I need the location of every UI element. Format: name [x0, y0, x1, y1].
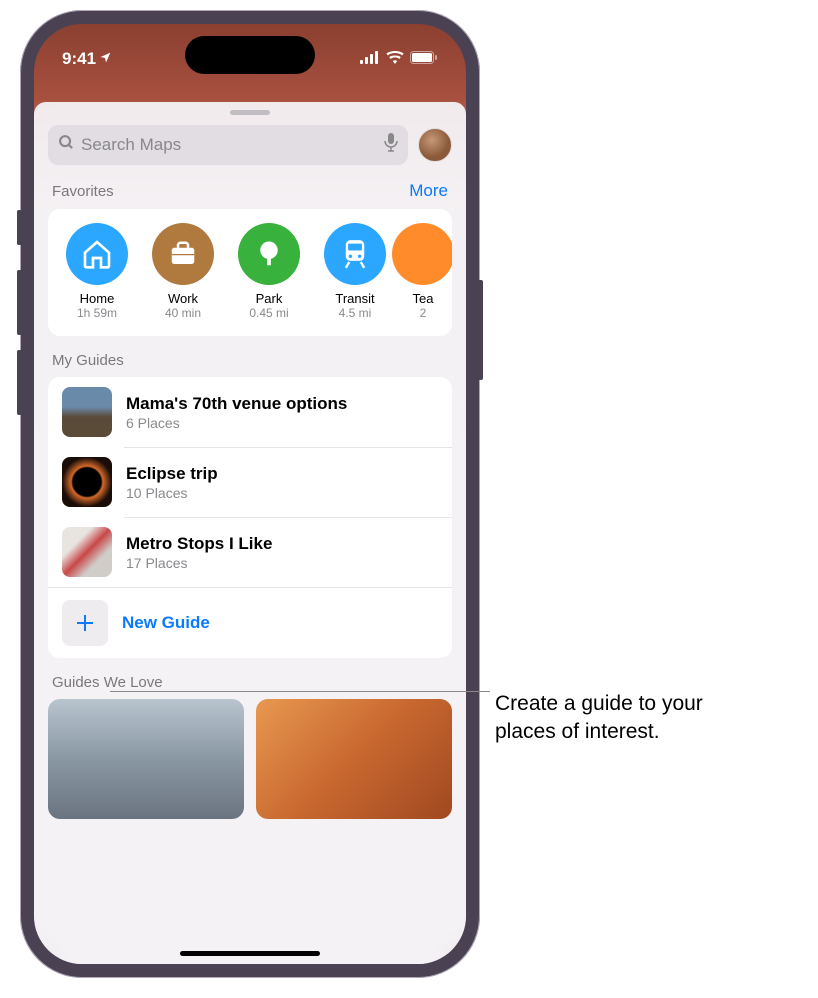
profile-avatar[interactable] [418, 128, 452, 162]
guide-card-city[interactable] [48, 699, 244, 819]
search-icon [58, 134, 75, 156]
favorite-partial[interactable]: Tea 2 [408, 223, 438, 320]
search-sheet: Search Maps Favorites More H [34, 102, 466, 964]
side-button-power [478, 280, 483, 380]
guide-thumb [62, 387, 112, 437]
microphone-icon[interactable] [384, 133, 398, 157]
guide-item-eclipse-trip[interactable]: Eclipse trip 10 Places [48, 447, 452, 517]
cellular-icon [360, 49, 380, 69]
train-icon [324, 223, 386, 285]
plus-icon [62, 600, 108, 646]
sheet-grabber[interactable] [230, 110, 270, 115]
phone-frame: 9:41 [20, 10, 480, 978]
location-icon [99, 51, 112, 67]
favorite-park[interactable]: Park 0.45 mi [236, 223, 302, 320]
my-guides-card: Mama's 70th venue options 6 Places Eclip… [48, 377, 452, 658]
home-indicator[interactable] [180, 951, 320, 956]
side-button-volume-up [17, 270, 22, 335]
battery-icon [410, 49, 438, 69]
favorite-transit[interactable]: Transit 4.5 mi [322, 223, 388, 320]
callout-text: Create a guide to your places of interes… [495, 690, 703, 747]
search-placeholder: Search Maps [81, 135, 378, 155]
favorites-header: Favorites [52, 183, 114, 200]
status-indicators [360, 49, 438, 69]
guide-thumb [62, 527, 112, 577]
guide-thumb [62, 457, 112, 507]
favorite-work[interactable]: Work 40 min [150, 223, 216, 320]
dynamic-island [185, 36, 315, 74]
guide-item-mamas-70th[interactable]: Mama's 70th venue options 6 Places [48, 377, 452, 447]
favorites-card: Home 1h 59m Work 40 min Pa [48, 209, 452, 336]
callout-leader-line [110, 691, 490, 692]
guides-we-love-header: Guides We Love [52, 674, 163, 691]
side-button-volume-down [17, 350, 22, 415]
pin-icon [392, 223, 452, 285]
favorites-scroll[interactable]: Home 1h 59m Work 40 min Pa [48, 209, 452, 336]
status-time-group: 9:41 [62, 49, 112, 69]
tree-icon [238, 223, 300, 285]
favorites-more-button[interactable]: More [409, 181, 448, 201]
status-time: 9:41 [62, 49, 96, 69]
wifi-icon [386, 49, 404, 69]
briefcase-icon [152, 223, 214, 285]
guide-item-metro-stops[interactable]: Metro Stops I Like 17 Places [48, 517, 452, 587]
new-guide-button[interactable]: New Guide [48, 587, 452, 658]
search-input[interactable]: Search Maps [48, 125, 408, 165]
side-button-silent [17, 210, 22, 245]
guide-card-food[interactable] [256, 699, 452, 819]
guides-we-love-scroll[interactable] [34, 699, 466, 819]
my-guides-header: My Guides [52, 352, 124, 369]
phone-screen: 9:41 [34, 24, 466, 964]
favorite-home[interactable]: Home 1h 59m [64, 223, 130, 320]
home-icon [66, 223, 128, 285]
